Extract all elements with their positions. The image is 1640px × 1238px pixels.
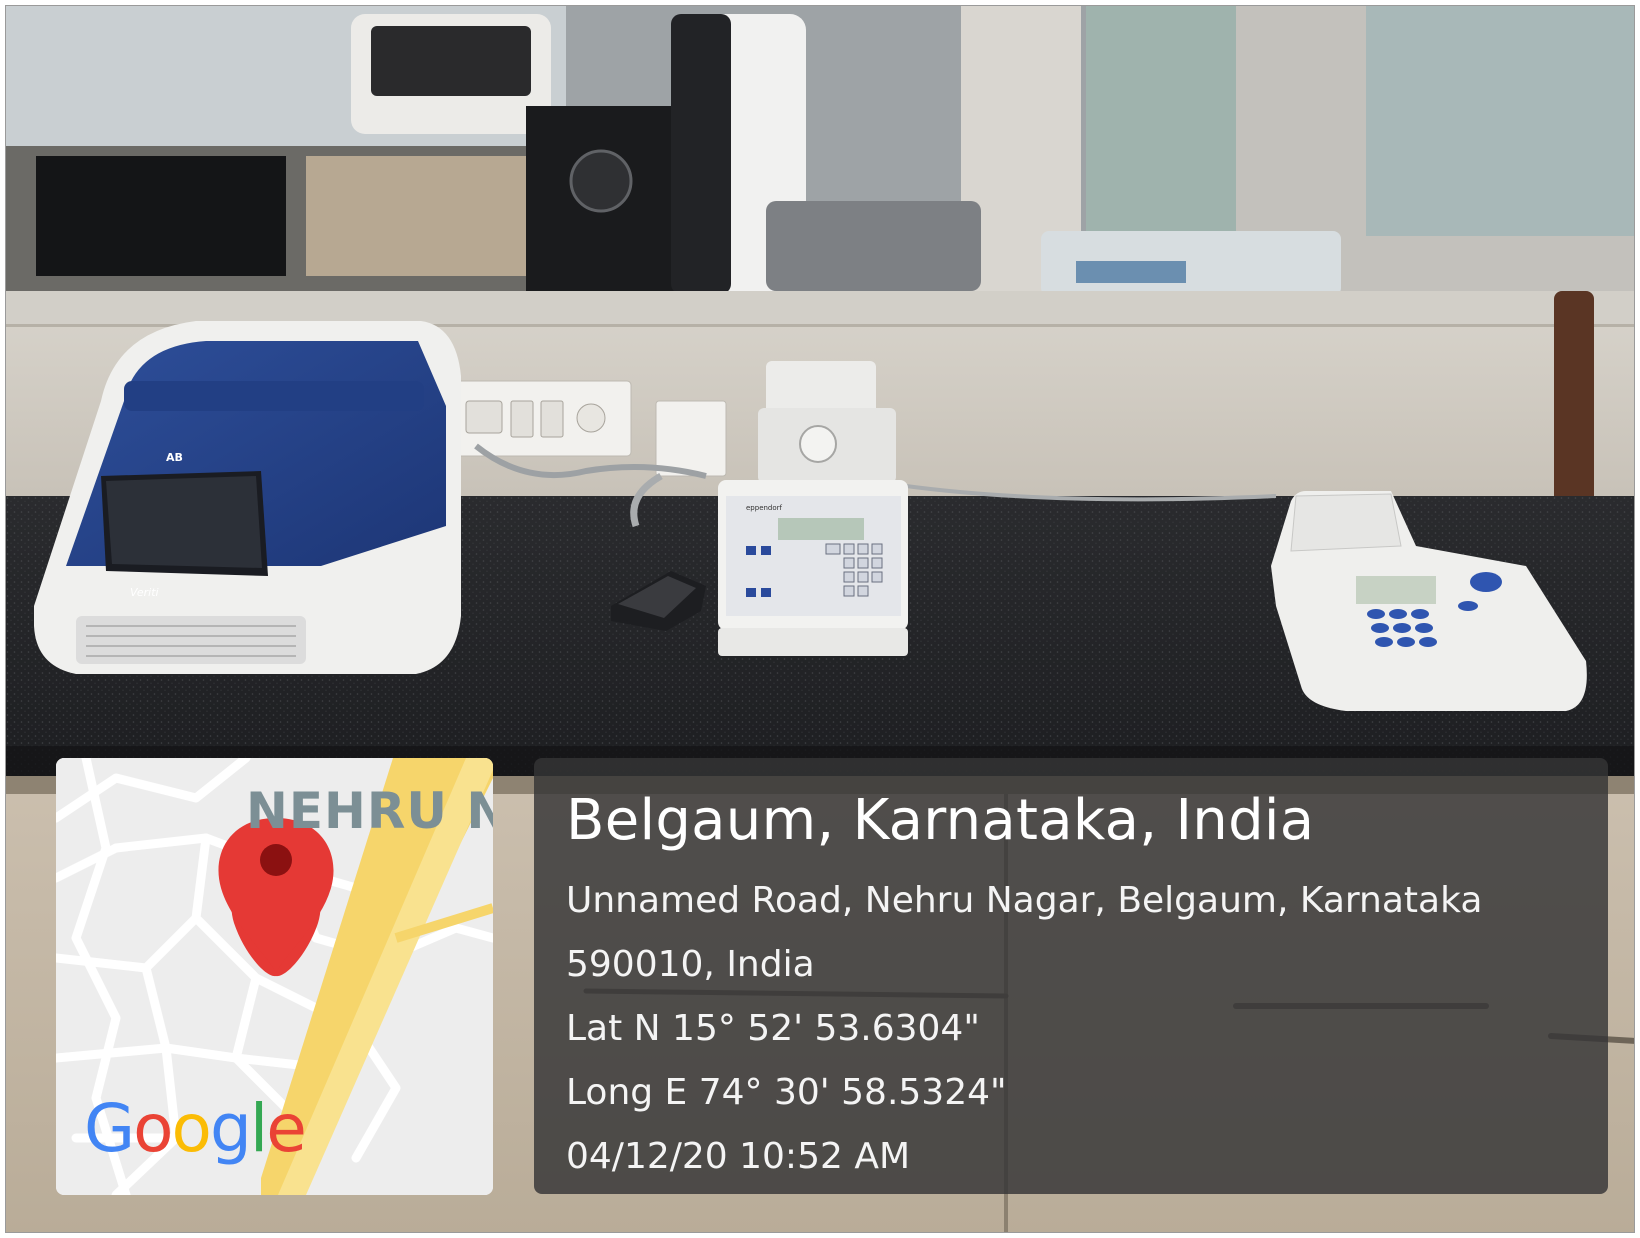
timestamp-text: 04/12/20 10:52 AM [566,1136,911,1177]
location-info-panel: Belgaum, Karnataka, India Unnamed Road, … [534,758,1608,1194]
location-title: Belgaum, Karnataka, India [566,788,1315,853]
google-logo: Google [84,1090,307,1167]
address-line-1: Unnamed Road, Nehru Nagar, Belgaum, Karn… [566,880,1483,921]
map-thumbnail[interactable]: NEHRU NA Google [56,758,493,1195]
svg-text:Veriti: Veriti [130,586,159,599]
longitude-text: Long E 74° 30' 58.5324" [566,1072,1007,1113]
map-area-label: NEHRU NA [246,782,493,840]
svg-text:eppendorf: eppendorf [746,504,783,512]
address-line-2: 590010, India [566,944,815,985]
geotagged-photo-frame: AB Veriti eppendorf NEHRU Google Belgaum… [5,5,1635,1233]
latitude-text: Lat N 15° 52' 53.6304" [566,1008,980,1049]
svg-text:AB: AB [166,451,183,464]
